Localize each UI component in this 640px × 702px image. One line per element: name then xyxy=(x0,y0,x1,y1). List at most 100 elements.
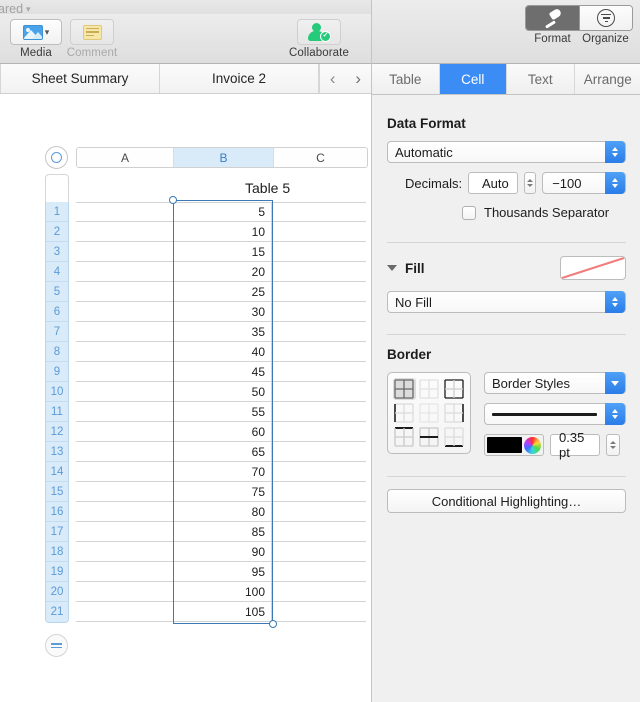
cell-column-a[interactable] xyxy=(76,442,174,461)
chevron-right-icon[interactable]: › xyxy=(355,69,361,89)
cell-column-a[interactable] xyxy=(76,542,174,561)
add-rows-handle-icon[interactable] xyxy=(45,634,68,657)
tab-table[interactable]: Table xyxy=(372,64,440,94)
cell-column-b[interactable]: 80 xyxy=(174,502,272,521)
cell-column-c[interactable] xyxy=(272,362,366,381)
cell-column-b[interactable]: 5 xyxy=(174,203,272,221)
cell-column-c[interactable] xyxy=(272,203,366,221)
cell-column-c[interactable] xyxy=(272,382,366,401)
border-color-well[interactable] xyxy=(484,434,544,456)
row-header[interactable]: 21 xyxy=(46,602,68,622)
column-header-a[interactable]: A xyxy=(77,148,174,167)
row-header[interactable]: 16 xyxy=(46,502,68,522)
row-header[interactable]: 1 xyxy=(46,202,68,222)
border-line-style-select[interactable] xyxy=(484,403,626,425)
cell-column-c[interactable] xyxy=(272,242,366,261)
border-pattern-inner-borders[interactable] xyxy=(418,402,441,424)
row-header[interactable]: 13 xyxy=(46,442,68,462)
toolbar-item-media[interactable]: ▾ Media xyxy=(6,19,66,59)
column-header-c[interactable]: C xyxy=(274,148,367,167)
organize-view-button[interactable] xyxy=(579,6,632,30)
border-pattern-left-border[interactable] xyxy=(393,402,416,424)
cell-column-a[interactable] xyxy=(76,282,174,301)
row-header[interactable]: 9 xyxy=(46,362,68,382)
cell-column-c[interactable] xyxy=(272,602,366,621)
stepper-icon[interactable] xyxy=(605,403,625,425)
disclosure-triangle-icon[interactable] xyxy=(387,265,397,271)
row-header[interactable]: 18 xyxy=(46,542,68,562)
border-pattern-no-borders[interactable] xyxy=(418,378,441,400)
row-header[interactable]: 4 xyxy=(46,262,68,282)
border-pattern-bottom-border[interactable] xyxy=(442,426,465,448)
cell-column-b[interactable]: 105 xyxy=(174,602,272,621)
stepper-icon[interactable] xyxy=(605,141,625,163)
cell-column-a[interactable] xyxy=(76,222,174,241)
cell-column-a[interactable] xyxy=(76,203,174,221)
thousands-separator-row[interactable]: Thousands Separator xyxy=(462,205,626,220)
cell-column-c[interactable] xyxy=(272,322,366,341)
format-view-button[interactable] xyxy=(526,6,579,30)
tab-arrange[interactable]: Arrange xyxy=(575,64,640,94)
row-header[interactable]: 11 xyxy=(46,402,68,422)
cell-column-c[interactable] xyxy=(272,402,366,421)
cell-column-a[interactable] xyxy=(76,362,174,381)
row-header[interactable]: 19 xyxy=(46,562,68,582)
cell-column-c[interactable] xyxy=(272,582,366,601)
border-pattern-top-border[interactable] xyxy=(393,426,416,448)
cell-column-b[interactable]: 55 xyxy=(174,402,272,421)
row-header[interactable]: 5 xyxy=(46,282,68,302)
cell-column-b[interactable]: 60 xyxy=(174,422,272,441)
cell-column-a[interactable] xyxy=(76,462,174,481)
tab-cell[interactable]: Cell xyxy=(439,64,507,94)
border-styles-select[interactable]: Border Styles xyxy=(484,372,626,394)
cell-column-c[interactable] xyxy=(272,302,366,321)
cell-column-a[interactable] xyxy=(76,302,174,321)
cell-column-b[interactable]: 65 xyxy=(174,442,272,461)
chevron-left-icon[interactable]: ‹ xyxy=(330,69,336,89)
cell-column-a[interactable] xyxy=(76,322,174,341)
cell-column-a[interactable] xyxy=(76,262,174,281)
row-header[interactable]: 7 xyxy=(46,322,68,342)
cell-column-b[interactable]: 30 xyxy=(174,302,272,321)
decimals-input[interactable]: Auto xyxy=(468,172,518,194)
row-header[interactable]: 6 xyxy=(46,302,68,322)
cell-column-c[interactable] xyxy=(272,502,366,521)
cell-column-a[interactable] xyxy=(76,582,174,601)
cell-column-b[interactable]: 50 xyxy=(174,382,272,401)
cell-column-c[interactable] xyxy=(272,542,366,561)
border-pattern-horizontal-inner-border[interactable] xyxy=(418,426,441,448)
cell-column-c[interactable] xyxy=(272,462,366,481)
table-select-handle-icon[interactable] xyxy=(45,146,68,169)
cell-column-b[interactable]: 75 xyxy=(174,482,272,501)
data-format-select[interactable]: Automatic xyxy=(387,141,626,163)
border-pattern-right-border[interactable] xyxy=(442,402,465,424)
cell-column-c[interactable] xyxy=(272,522,366,541)
row-header[interactable]: 2 xyxy=(46,222,68,242)
cell-column-b[interactable]: 85 xyxy=(174,522,272,541)
cell-column-b[interactable]: 95 xyxy=(174,562,272,581)
cell-column-b[interactable]: 20 xyxy=(174,262,272,281)
cell-column-a[interactable] xyxy=(76,422,174,441)
border-width-stepper[interactable] xyxy=(606,434,620,456)
cell-column-a[interactable] xyxy=(76,242,174,261)
row-header[interactable]: 12 xyxy=(46,422,68,442)
cell-column-b[interactable]: 15 xyxy=(174,242,272,261)
cell-column-b[interactable]: 25 xyxy=(174,282,272,301)
toolbar-item-collaborate[interactable]: ✓ Collaborate xyxy=(289,19,349,59)
cell-column-a[interactable] xyxy=(76,382,174,401)
row-header[interactable]: 17 xyxy=(46,522,68,542)
stepper-icon[interactable] xyxy=(605,291,625,313)
cell-column-b[interactable]: 90 xyxy=(174,542,272,561)
media-button[interactable]: ▾ xyxy=(10,19,62,45)
row-header[interactable]: 10 xyxy=(46,382,68,402)
cell-column-a[interactable] xyxy=(76,482,174,501)
cell-column-a[interactable] xyxy=(76,602,174,621)
cell-column-c[interactable] xyxy=(272,342,366,361)
row-header[interactable]: 8 xyxy=(46,342,68,362)
border-pattern-all-borders[interactable] xyxy=(393,378,416,400)
cell-column-a[interactable] xyxy=(76,342,174,361)
sheet-tab-invoice-2[interactable]: Invoice 2 xyxy=(160,64,319,93)
cell-column-b[interactable]: 70 xyxy=(174,462,272,481)
comment-button[interactable] xyxy=(70,19,114,45)
cell-column-a[interactable] xyxy=(76,402,174,421)
